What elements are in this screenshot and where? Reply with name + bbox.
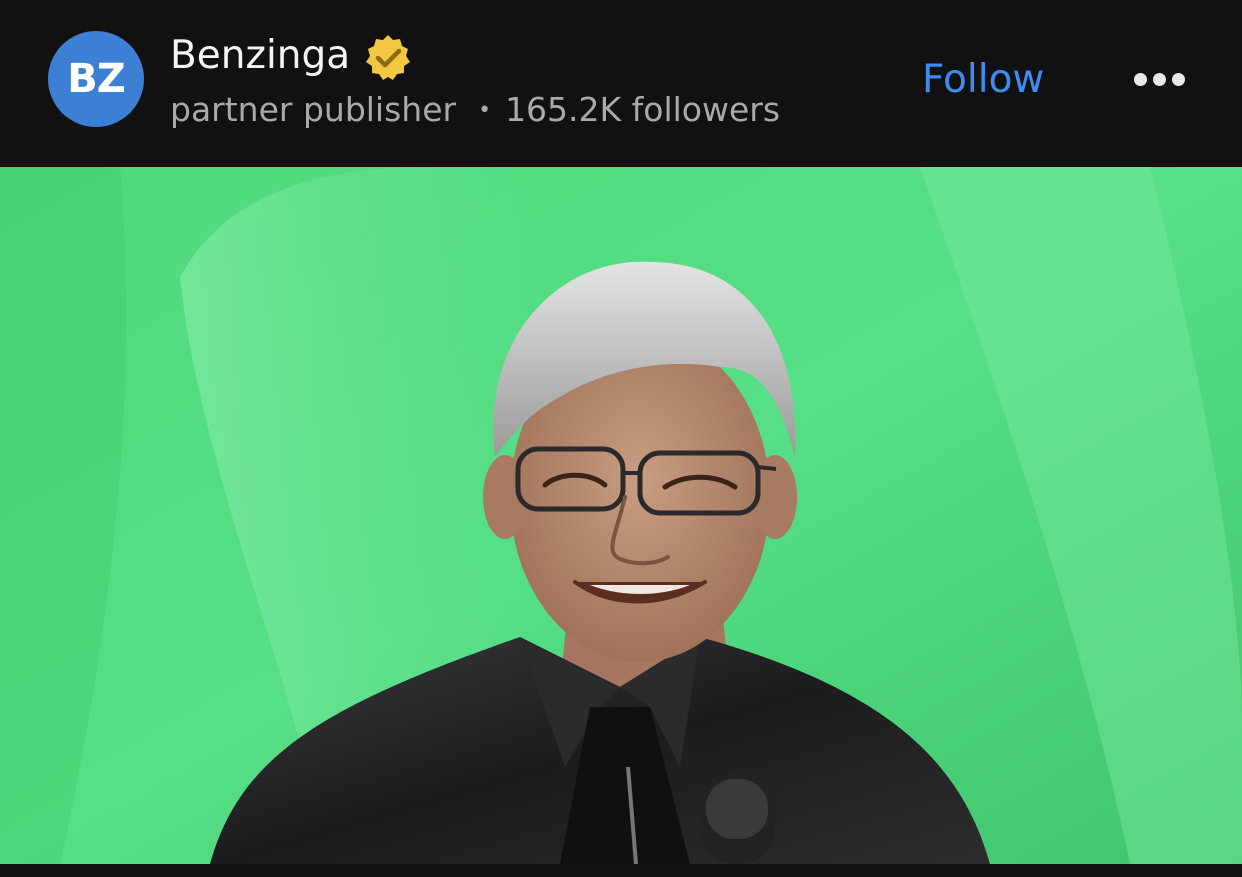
publisher-name[interactable]: Benzinga xyxy=(170,32,350,80)
verified-badge-icon xyxy=(366,35,410,80)
publisher-header: BZ Benzinga partner publisher • 165.2K fol… xyxy=(0,0,1242,167)
article-photo-image xyxy=(0,167,1242,864)
follow-button[interactable]: Follow xyxy=(922,56,1044,104)
meta-separator: • xyxy=(478,98,492,123)
publisher-role: partner publisher xyxy=(170,90,457,129)
bottom-divider xyxy=(0,864,1242,877)
avatar-initials: BZ xyxy=(67,56,125,102)
more-dot xyxy=(1152,72,1166,86)
publisher-meta: partner publisher • 165.2K followers xyxy=(170,88,780,133)
article-photo[interactable] xyxy=(0,167,1242,864)
more-dot xyxy=(1133,72,1147,86)
follower-count: 165.2K followers xyxy=(505,90,781,129)
article-card: BZ Benzinga partner publisher • 165.2K fol… xyxy=(0,0,1242,877)
more-options-icon[interactable] xyxy=(1124,62,1194,96)
more-dot xyxy=(1171,72,1185,86)
publisher-avatar[interactable]: BZ xyxy=(48,31,144,127)
